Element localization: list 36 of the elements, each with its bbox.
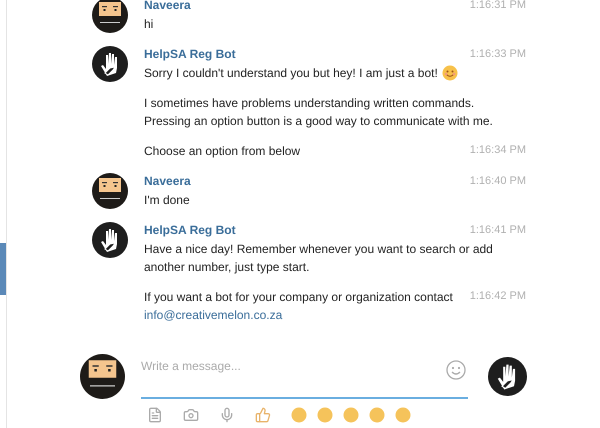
message-text: I'm done bbox=[144, 192, 190, 209]
emoji-icon[interactable] bbox=[446, 360, 466, 380]
sender-name[interactable]: Naveera bbox=[144, 172, 191, 190]
emoji-face-icon[interactable] bbox=[369, 407, 385, 423]
message-time: 1:16:41 PM bbox=[470, 222, 526, 238]
emoji-face-icon[interactable] bbox=[343, 407, 359, 423]
ninja-avatar-icon bbox=[92, 173, 128, 209]
emoji-face-icon[interactable] bbox=[395, 407, 411, 423]
message-time: 1:16:33 PM bbox=[470, 46, 526, 62]
ninja-avatar-icon bbox=[80, 354, 125, 399]
sender-name[interactable]: HelpSA Reg Bot bbox=[144, 45, 236, 63]
message-text: If you want a bot for your company or organization contact bbox=[144, 289, 453, 306]
thumbs-up-icon[interactable] bbox=[255, 407, 271, 423]
message-time: 1:16:31 PM bbox=[470, 0, 526, 13]
message-text: hi bbox=[144, 16, 154, 33]
document-icon[interactable] bbox=[147, 407, 163, 423]
message-text: Have a nice day! Remember whenever you want to search or add another number, just type start. bbox=[144, 241, 493, 276]
message-text: Choose an option from below bbox=[144, 143, 300, 160]
sender-name[interactable]: HelpSA Reg Bot bbox=[144, 221, 236, 239]
message-text: I sometimes have problems understanding written commands. Pressing an option button is a good way to communicate with me. bbox=[144, 95, 493, 130]
message-time: 1:16:40 PM bbox=[470, 174, 526, 189]
message-input[interactable]: Write a message... bbox=[141, 356, 468, 398]
email-link[interactable]: info@creativemelon.co.za bbox=[144, 306, 453, 324]
microphone-icon[interactable] bbox=[219, 407, 235, 423]
message-time: 1:16:42 PM bbox=[470, 289, 526, 304]
message-text: Sorry I couldn't understand you but hey! I am just a bot! bbox=[144, 65, 438, 82]
scroll-indicator bbox=[0, 243, 6, 295]
hand-avatar-icon bbox=[92, 222, 128, 258]
message-time: 1:16:34 PM bbox=[470, 143, 526, 158]
ninja-avatar-icon bbox=[92, 0, 128, 33]
emoji-face-icon[interactable] bbox=[317, 407, 333, 423]
hand-avatar-icon bbox=[92, 46, 128, 82]
emoji-face-icon[interactable] bbox=[291, 407, 307, 423]
hand-avatar-icon bbox=[488, 357, 527, 396]
sender-name[interactable]: Naveera bbox=[144, 0, 191, 14]
camera-icon[interactable] bbox=[183, 407, 199, 423]
